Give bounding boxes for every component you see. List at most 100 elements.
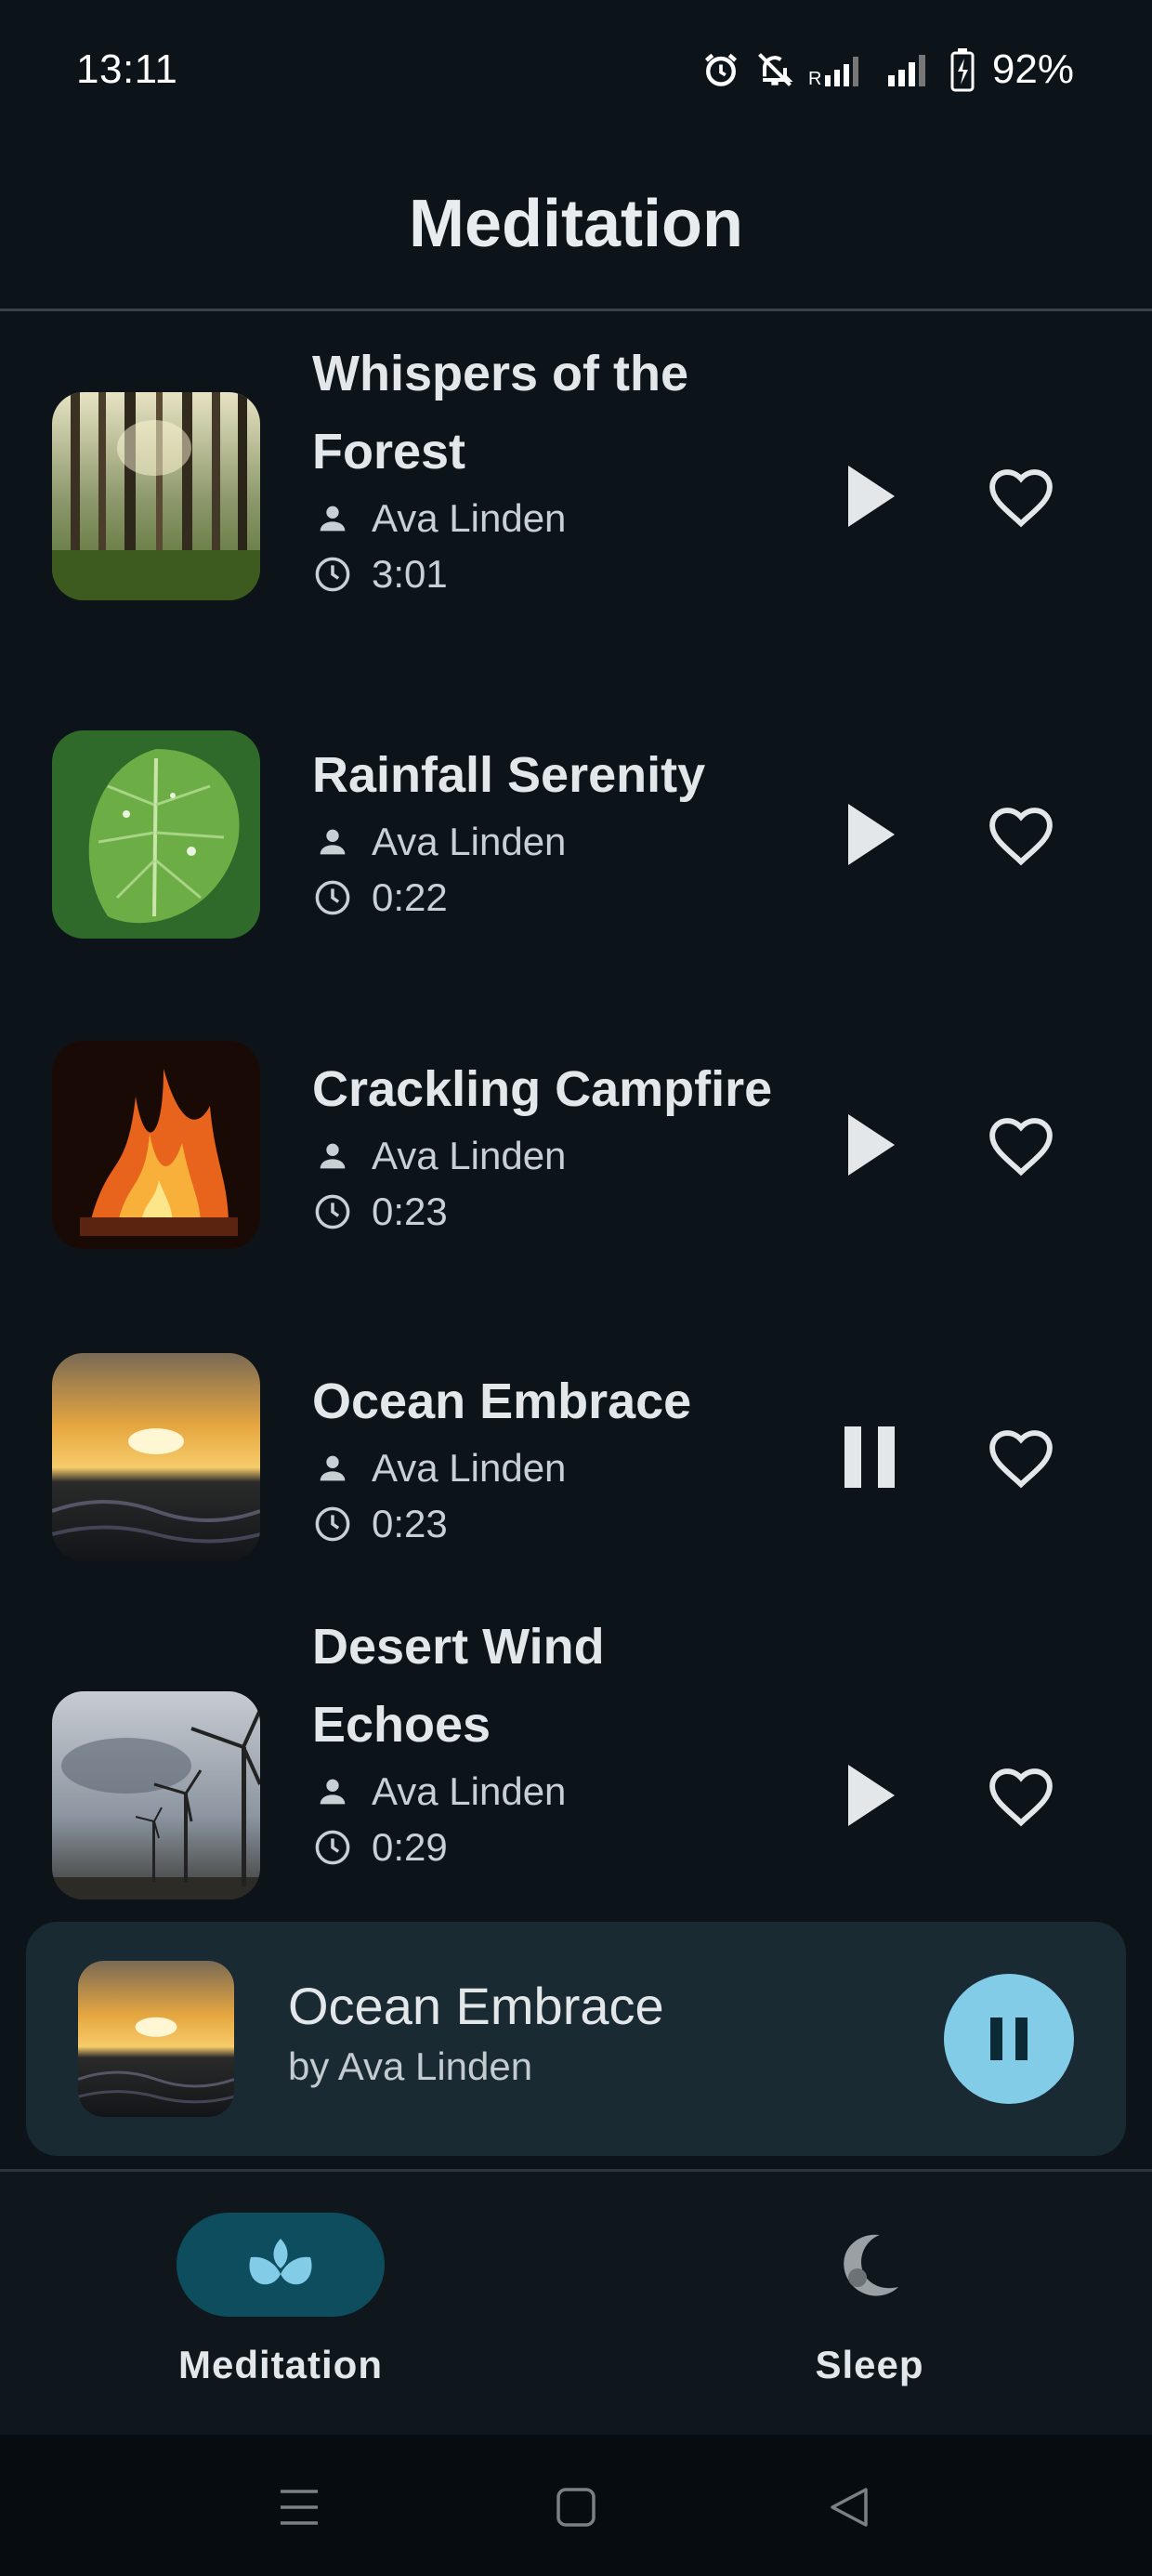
person-icon xyxy=(312,821,353,862)
nav-label: Sleep xyxy=(815,2343,924,2386)
track-row[interactable]: Ocean Embrace Ava Linden 0:23 xyxy=(0,1275,1152,1587)
clock-icon xyxy=(312,1504,353,1544)
track-duration: 3:01 xyxy=(372,552,448,596)
app-header: Meditation xyxy=(0,139,1152,311)
track-duration: 0:23 xyxy=(372,1189,448,1233)
track-list[interactable]: Whispers of the Forest Ava Linden 3:01 R… xyxy=(0,314,1152,1908)
nav-pill xyxy=(766,2213,974,2317)
heart-icon xyxy=(989,1768,1053,1827)
track-title: Crackling Campfire xyxy=(312,1061,773,1117)
play-button[interactable] xyxy=(819,1744,922,1847)
favorite-button[interactable] xyxy=(970,1406,1072,1508)
track-duration-line: 0:29 xyxy=(312,1820,795,1875)
lotus-icon xyxy=(249,2239,312,2285)
track-info: Rainfall Serenity Ava Linden 0:22 xyxy=(312,736,795,926)
track-row[interactable]: Whispers of the Forest Ava Linden 3:01 xyxy=(0,314,1152,649)
bell-off-icon xyxy=(754,49,795,90)
favorite-button[interactable] xyxy=(970,445,1072,547)
status-time: 13:11 xyxy=(76,46,178,92)
recents-button[interactable] xyxy=(271,2479,327,2535)
track-title: Desert Wind Echoes xyxy=(312,1619,605,1753)
person-icon xyxy=(312,1771,353,1812)
favorite-button[interactable] xyxy=(970,1744,1072,1847)
now-playing-pause-button[interactable] xyxy=(944,1974,1074,2104)
system-navigation-bar xyxy=(0,2435,1152,2576)
track-duration-line: 0:23 xyxy=(312,1184,795,1240)
alarm-icon xyxy=(700,49,741,90)
clock-icon xyxy=(312,877,353,918)
track-duration: 0:22 xyxy=(372,875,448,919)
recents-icon xyxy=(281,2490,318,2525)
signal-roaming-icon: R xyxy=(808,49,873,90)
track-artist: Ava Linden xyxy=(372,1446,567,1490)
heart-icon xyxy=(989,469,1053,528)
track-row[interactable]: Crackling Campfire Ava Linden 0:23 xyxy=(0,963,1152,1275)
now-playing-bar[interactable]: Ocean Embrace by Ava Linden xyxy=(26,1922,1126,2156)
page-title: Meditation xyxy=(409,187,743,261)
favorite-button[interactable] xyxy=(970,783,1072,886)
pause-button[interactable] xyxy=(819,1406,922,1508)
heart-icon xyxy=(989,808,1053,866)
track-info: Desert Wind Echoes Ava Linden 0:29 xyxy=(312,1608,795,1875)
track-duration-line: 0:22 xyxy=(312,870,795,926)
home-icon xyxy=(556,2488,596,2527)
track-row[interactable]: Desert Wind Echoes Ava Linden 0:29 xyxy=(0,1587,1152,1908)
track-title: Whispers of the Forest xyxy=(312,346,689,480)
battery-percentage: 92% xyxy=(991,46,1074,92)
heart-icon xyxy=(989,1430,1053,1489)
pause-icon xyxy=(990,2017,1028,2060)
track-title: Ocean Embrace xyxy=(312,1373,692,1429)
track-thumbnail-leaf xyxy=(52,730,260,939)
track-title: Rainfall Serenity xyxy=(312,747,706,803)
now-playing-thumbnail xyxy=(78,1961,234,2117)
track-artist-line: Ava Linden xyxy=(312,491,795,546)
nav-item-meditation[interactable]: Meditation xyxy=(141,2213,420,2387)
track-info: Ocean Embrace Ava Linden 0:23 xyxy=(312,1362,795,1552)
play-button[interactable] xyxy=(819,783,922,886)
track-artist: Ava Linden xyxy=(372,1134,567,1177)
track-duration-line: 0:23 xyxy=(312,1496,795,1552)
favorite-button[interactable] xyxy=(970,1094,1072,1196)
track-duration: 0:23 xyxy=(372,1502,448,1545)
nav-active-indicator xyxy=(177,2213,385,2317)
track-thumbnail-windmill xyxy=(52,1691,260,1899)
track-duration-line: 3:01 xyxy=(312,546,795,602)
clock-icon xyxy=(312,1827,353,1868)
play-icon xyxy=(848,804,895,865)
status-icons: R 92% xyxy=(700,46,1074,93)
battery-charging-icon xyxy=(949,47,975,92)
status-bar: 13:11 R 92% xyxy=(0,0,1152,139)
back-icon xyxy=(831,2488,868,2527)
person-icon xyxy=(312,498,353,539)
heart-icon xyxy=(989,1118,1053,1176)
back-button[interactable] xyxy=(821,2479,877,2535)
bottom-navigation: Meditation Sleep xyxy=(0,2172,1152,2435)
track-artist: Ava Linden xyxy=(372,820,567,863)
home-button[interactable] xyxy=(548,2479,604,2535)
play-icon xyxy=(848,1114,895,1176)
track-artist: Ava Linden xyxy=(372,1769,567,1813)
play-button[interactable] xyxy=(819,1094,922,1196)
person-icon xyxy=(312,1448,353,1489)
pause-icon xyxy=(844,1426,895,1488)
play-button[interactable] xyxy=(819,445,922,547)
clock-icon xyxy=(312,554,353,595)
signal-icon xyxy=(886,49,936,90)
nav-item-sleep[interactable]: Sleep xyxy=(730,2213,1009,2387)
play-icon xyxy=(848,1765,895,1826)
moon-icon xyxy=(844,2234,898,2296)
track-artist-line: Ava Linden xyxy=(312,814,795,870)
person-icon xyxy=(312,1136,353,1176)
track-thumbnail-forest xyxy=(52,392,260,600)
now-playing-artist: by Ava Linden xyxy=(288,2044,533,2088)
track-artist: Ava Linden xyxy=(372,496,567,540)
track-artist-line: Ava Linden xyxy=(312,1128,795,1184)
track-thumbnail-campfire xyxy=(52,1041,260,1249)
track-artist-line: Ava Linden xyxy=(312,1764,795,1820)
track-thumbnail-ocean xyxy=(52,1353,260,1561)
play-icon xyxy=(848,466,895,527)
track-duration: 0:29 xyxy=(372,1825,448,1869)
now-playing-title: Ocean Embrace xyxy=(288,1977,664,2035)
clock-icon xyxy=(312,1191,353,1232)
track-row[interactable]: Rainfall Serenity Ava Linden 0:22 xyxy=(0,649,1152,963)
